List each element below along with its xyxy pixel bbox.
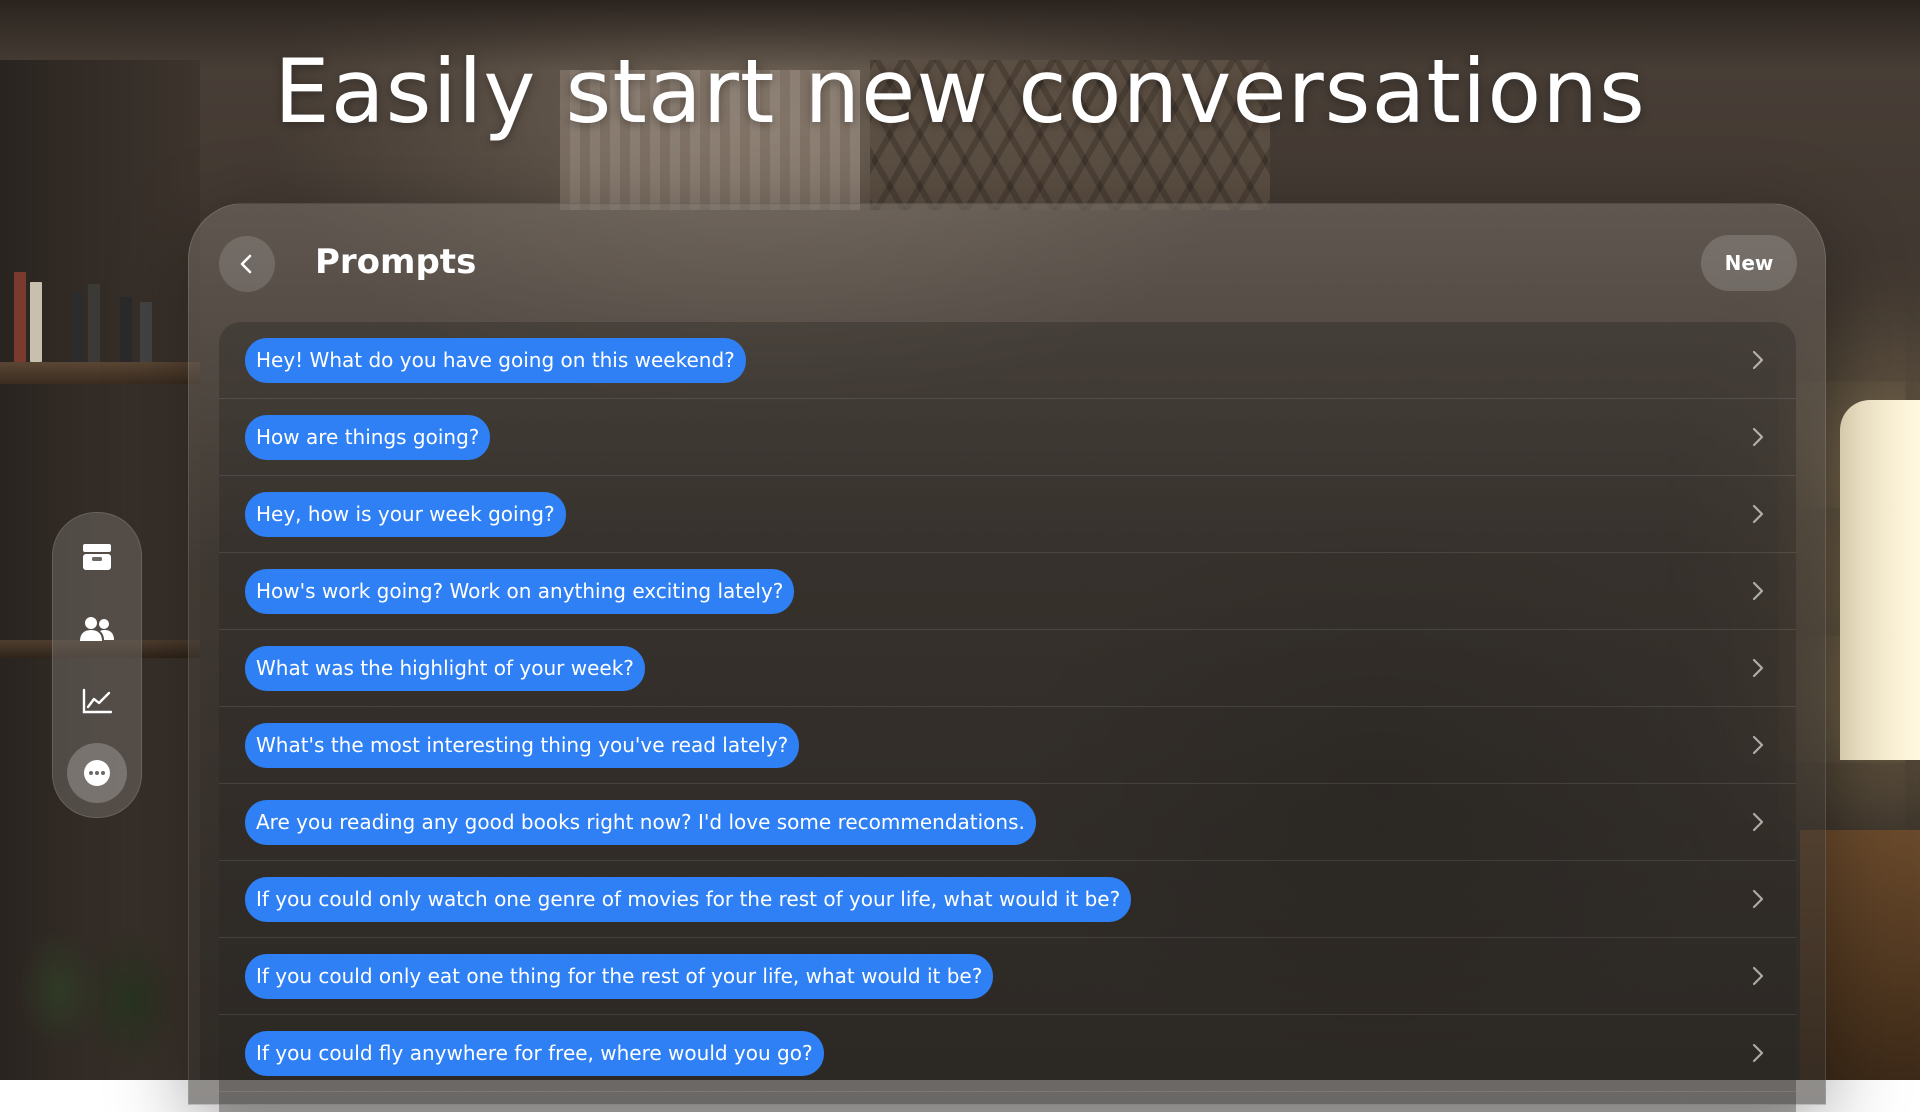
prompt-row[interactable]: Hey! What do you have going on this week…	[219, 322, 1796, 399]
new-button[interactable]: New	[1701, 235, 1797, 291]
prompt-bubble: If you could only eat one thing for the …	[245, 954, 994, 999]
prompt-row[interactable]: What was the highlight of your week?	[219, 630, 1796, 707]
chevron-right-icon	[1752, 581, 1764, 601]
chevron-right-icon	[1752, 504, 1764, 524]
book	[72, 292, 84, 362]
tab-prompts[interactable]	[67, 743, 127, 803]
book	[88, 284, 100, 362]
tab-people[interactable]	[67, 599, 127, 659]
prompt-row[interactable]: How are things going?	[219, 399, 1796, 476]
chat-bubble-icon	[84, 760, 110, 786]
prompts-window: Prompts New Hey! What do you have going …	[188, 203, 1826, 1112]
book	[140, 302, 152, 362]
page-title: Prompts	[315, 242, 477, 282]
tab-insights[interactable]	[67, 671, 127, 731]
prompt-bubble: If you could fly anywhere for free, wher…	[245, 1031, 824, 1076]
prompt-row[interactable]: What's the most interesting thing you've…	[219, 707, 1796, 784]
book	[30, 282, 42, 362]
prompt-row[interactable]: If you could only eat one thing for the …	[219, 938, 1796, 1015]
book	[120, 297, 132, 362]
people-icon	[80, 617, 114, 641]
headline: Easily start new conversations	[274, 40, 1646, 143]
prompt-list: Hey! What do you have going on this week…	[219, 322, 1796, 1112]
chart-icon	[82, 688, 113, 714]
chevron-right-icon	[1752, 812, 1764, 832]
chevron-left-icon	[240, 254, 252, 274]
prompt-bubble: If you could only watch one genre of mov…	[245, 877, 1132, 922]
prompt-bubble: Hey! What do you have going on this week…	[245, 338, 746, 383]
prompt-bubble: What's the most interesting thing you've…	[245, 723, 800, 768]
plant	[0, 880, 200, 1080]
chevron-right-icon	[1752, 427, 1764, 447]
prompt-row[interactable]: If you could fly anywhere for free, wher…	[219, 1015, 1796, 1092]
tab-inbox[interactable]	[67, 527, 127, 587]
prompt-bubble: What was the highlight of your week?	[245, 646, 645, 691]
prompt-bubble: How's work going? Work on anything excit…	[245, 569, 795, 614]
tab-bar	[52, 512, 142, 818]
prompt-row[interactable]: If you could only watch one genre of mov…	[219, 861, 1796, 938]
lamp	[1840, 400, 1920, 760]
prompt-bubble: Are you reading any good books right now…	[245, 800, 1036, 845]
prompt-bubble: How are things going?	[245, 415, 491, 460]
prompt-row[interactable]: How's work going? Work on anything excit…	[219, 553, 1796, 630]
prompt-row[interactable]: Hey, how is your week going?	[219, 476, 1796, 553]
chevron-right-icon	[1752, 889, 1764, 909]
chevron-right-icon	[1752, 966, 1764, 986]
chevron-right-icon	[1752, 350, 1764, 370]
tray-icon	[83, 544, 111, 570]
prompt-row[interactable]: Are you reading any good books right now…	[219, 784, 1796, 861]
back-button[interactable]	[219, 236, 275, 292]
prompt-bubble: Hey, how is your week going?	[245, 492, 566, 537]
book	[14, 272, 26, 362]
bookshelf	[0, 362, 200, 384]
chevron-right-icon	[1752, 1043, 1764, 1063]
chevron-right-icon	[1752, 658, 1764, 678]
chevron-right-icon	[1752, 735, 1764, 755]
